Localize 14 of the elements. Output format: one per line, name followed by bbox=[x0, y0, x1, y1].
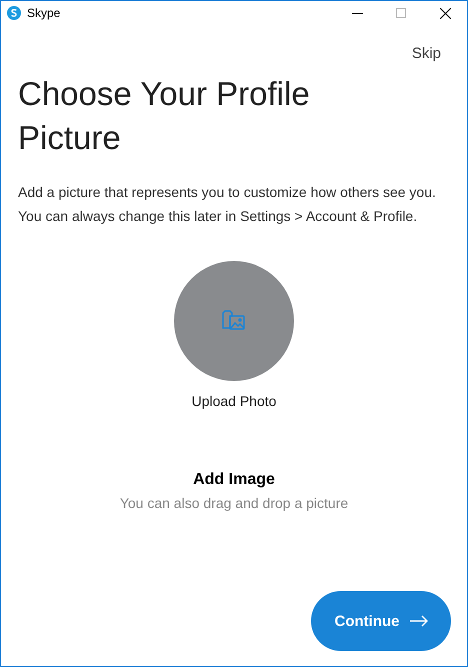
maximize-icon bbox=[396, 8, 406, 18]
drag-drop-hint: You can also drag and drop a picture bbox=[120, 495, 348, 511]
page-heading: Choose Your Profile Picture bbox=[18, 74, 311, 158]
continue-button[interactable]: Continue bbox=[311, 591, 451, 651]
close-icon bbox=[440, 8, 450, 18]
description-text: Add a picture that represents you to customize how others see you. You can always change this later in Settings > Account & Profile. bbox=[18, 183, 437, 226]
minimize-icon bbox=[352, 12, 362, 14]
arrow-right-icon bbox=[410, 615, 428, 627]
upload-photo-label: Upload Photo bbox=[192, 393, 276, 409]
image-file-icon bbox=[222, 310, 246, 332]
skip-link[interactable]: Skip bbox=[412, 45, 441, 62]
window-title: Skype bbox=[27, 6, 62, 20]
app-logo-icon bbox=[7, 6, 21, 20]
add-image-title: Add Image bbox=[193, 471, 275, 489]
